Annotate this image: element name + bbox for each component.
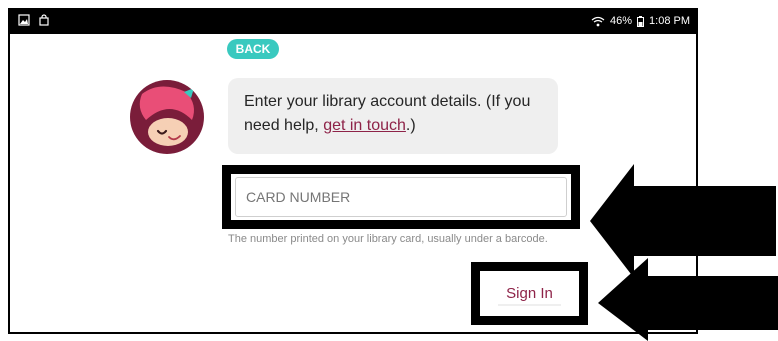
shopping-bag-icon [39, 14, 49, 26]
message-text-end: .) [405, 117, 416, 134]
card-number-highlight-box [222, 165, 580, 229]
status-right: 46% 1:08 PM [591, 15, 690, 27]
instruction-message: Enter your library account details. (If … [228, 78, 558, 154]
get-in-touch-link[interactable]: get in touch [323, 117, 406, 134]
gallery-icon [18, 14, 30, 26]
sign-in-button[interactable]: Sign In [484, 275, 575, 312]
librarian-avatar [130, 80, 204, 154]
status-left [18, 14, 50, 26]
status-bar: 46% 1:08 PM [10, 10, 696, 34]
card-number-helper-text: The number printed on your library card,… [228, 233, 548, 245]
wifi-icon [591, 16, 605, 26]
card-number-input[interactable] [235, 177, 567, 217]
battery-icon [637, 15, 645, 27]
arrow-left-icon [598, 258, 778, 341]
clock: 1:08 PM [649, 15, 690, 27]
sign-in-highlight-box: Sign In [471, 262, 588, 325]
battery-percent: 46% [610, 15, 633, 27]
back-button[interactable]: BACK [227, 39, 279, 59]
librarian-avatar-icon [139, 86, 194, 146]
